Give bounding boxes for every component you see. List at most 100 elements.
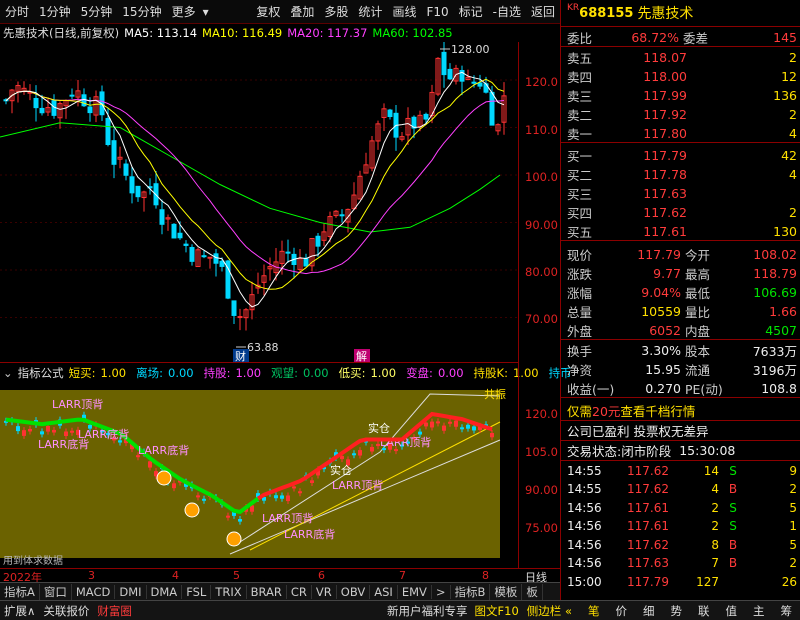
tick-side: B	[728, 482, 738, 496]
tab-more[interactable]: 更多	[167, 3, 201, 20]
stat-value: 108.02	[753, 247, 797, 262]
signal-label: 共振	[484, 387, 506, 401]
tab-1min[interactable]: 1分钟	[34, 3, 76, 20]
f10-graphic-button[interactable]: 图文F10	[472, 603, 522, 619]
indicator-chart[interactable]: LARR顶背LARR底背LARR底背 LARR底背LARR顶背LARR顶背LARR…	[0, 382, 518, 568]
tab-window[interactable]: 窗口	[40, 583, 72, 600]
param-value: 0.00	[437, 365, 464, 380]
tick-row: 14:56 117.61 2 S 5	[561, 498, 800, 517]
stat-value: 9.77	[653, 266, 681, 281]
indicator-title[interactable]: 指标公式	[18, 365, 64, 381]
indicator-background	[0, 390, 500, 558]
tab-obv[interactable]: OBV	[337, 584, 371, 599]
status-time: 15:30:08	[679, 443, 736, 458]
tab-15min[interactable]: 15分钟	[117, 3, 166, 20]
bid-volume: 2	[789, 205, 797, 220]
tool-price[interactable]: 价	[608, 603, 636, 619]
wealth-circle-button[interactable]: 财富圈	[93, 603, 136, 619]
candle-body	[213, 253, 219, 264]
multi-stock-button[interactable]: 多股	[319, 3, 353, 20]
buy-signal-marker[interactable]	[226, 531, 242, 547]
tab-indicator-b[interactable]: 指标B	[451, 583, 491, 600]
ind-candle-body	[472, 426, 476, 431]
stat-value: 4507	[765, 322, 797, 338]
weicha-value: 145	[773, 29, 797, 45]
tab-emv[interactable]: EMV	[398, 584, 432, 599]
candlestick-chart[interactable]: 128.00 63.88 财 解	[0, 42, 518, 362]
tab-template[interactable]: 模板	[490, 583, 523, 600]
company-note: 公司已盈利 投票权无差异	[567, 424, 709, 439]
tool-pen[interactable]: 笔	[580, 603, 608, 619]
draw-line-button[interactable]: 画线	[387, 3, 421, 20]
related-quotes-button[interactable]: 关联报价	[39, 603, 93, 619]
expand-button[interactable]: 扩展∧	[0, 603, 39, 619]
back-button[interactable]: 返回	[526, 3, 560, 20]
restore-rights-button[interactable]: 复权	[251, 3, 285, 20]
ind-candle-body	[460, 427, 464, 430]
stat-row: 换手 3.30% 股本 7633万	[561, 341, 800, 360]
candle-body	[39, 107, 45, 114]
tab-board[interactable]: 板	[522, 583, 543, 600]
tick-count: 2	[789, 482, 797, 496]
ind-candle-body	[238, 519, 242, 522]
tabs-scroll-right[interactable]: >	[432, 584, 451, 599]
ma5-line	[5, 71, 505, 308]
tab-vr[interactable]: VR	[312, 584, 337, 599]
tab-dma[interactable]: DMA	[147, 584, 183, 599]
tool-value[interactable]: 值	[718, 603, 746, 619]
axis-label: 110.0	[525, 123, 558, 137]
ind-candle-body	[292, 486, 296, 489]
tab-trix[interactable]: TRIX	[211, 584, 247, 599]
stat-row: 涨跌 9.77 最高 118.79	[561, 264, 800, 283]
promo-row[interactable]: 仅需 20元 查看千档行情	[561, 401, 800, 421]
webi-label: 委比	[567, 30, 593, 46]
ind-candle-body	[280, 495, 284, 499]
bid-row: 买三 117.63	[561, 184, 800, 203]
tab-asi[interactable]: ASI	[370, 584, 398, 599]
ask-price: 117.92	[643, 107, 687, 122]
stat-value: 15.95	[645, 362, 681, 377]
ask-label: 卖五	[567, 51, 593, 66]
tab-macd[interactable]: MACD	[72, 584, 116, 599]
promo-link[interactable]: 新用户福利专享	[383, 603, 472, 619]
tab-brar[interactable]: BRAR	[247, 584, 287, 599]
tab-cr[interactable]: CR	[287, 584, 312, 599]
tool-chips[interactable]: 筹	[773, 603, 800, 619]
more-dropdown-icon[interactable]: ▾	[201, 5, 211, 19]
axis-label: 120.0	[525, 407, 558, 421]
indicator-dropdown-icon[interactable]: ⌄	[3, 366, 13, 380]
date-label: 5	[233, 569, 240, 582]
stock-header: KR 688155 先惠技术	[561, 0, 800, 27]
tab-dmi[interactable]: DMI	[115, 584, 147, 599]
f10-button[interactable]: F10	[421, 5, 453, 19]
tool-detail[interactable]: 细	[635, 603, 663, 619]
sidebar-toggle[interactable]: 侧边栏 «	[522, 603, 577, 619]
ind-candle-body	[436, 421, 440, 424]
tool-main[interactable]: 主	[745, 603, 773, 619]
tab-minute[interactable]: 分时	[0, 3, 34, 20]
stats-button[interactable]: 统计	[353, 3, 387, 20]
tab-fsl[interactable]: FSL	[182, 584, 212, 599]
tab-indicator-a[interactable]: 指标A	[0, 583, 40, 600]
candle-body	[285, 251, 291, 254]
remove-watchlist-button[interactable]: -自选	[488, 3, 526, 20]
tab-5min[interactable]: 5分钟	[76, 3, 118, 20]
tool-trend[interactable]: 势	[663, 603, 691, 619]
buy-signal-marker[interactable]	[184, 502, 200, 518]
tool-link[interactable]: 联	[690, 603, 718, 619]
signal-label: LARR顶背	[52, 397, 103, 411]
candle-body	[477, 82, 483, 87]
stock-name[interactable]: 先惠技术	[637, 3, 693, 23]
ind-candle-body	[466, 424, 470, 429]
candle-body	[237, 316, 243, 319]
candle-body	[231, 300, 237, 316]
buy-signal-marker[interactable]	[156, 470, 172, 486]
ask-price: 118.07	[643, 50, 687, 65]
mark-button[interactable]: 标记	[454, 3, 488, 20]
status-label: 交易状态:	[567, 444, 622, 459]
ma5-value: MA5: 113.14	[124, 26, 198, 40]
tick-volume: 14	[703, 463, 719, 478]
weicha-label: 委差	[683, 30, 709, 46]
bid-price: 117.79	[643, 148, 687, 163]
overlay-button[interactable]: 叠加	[285, 3, 319, 20]
